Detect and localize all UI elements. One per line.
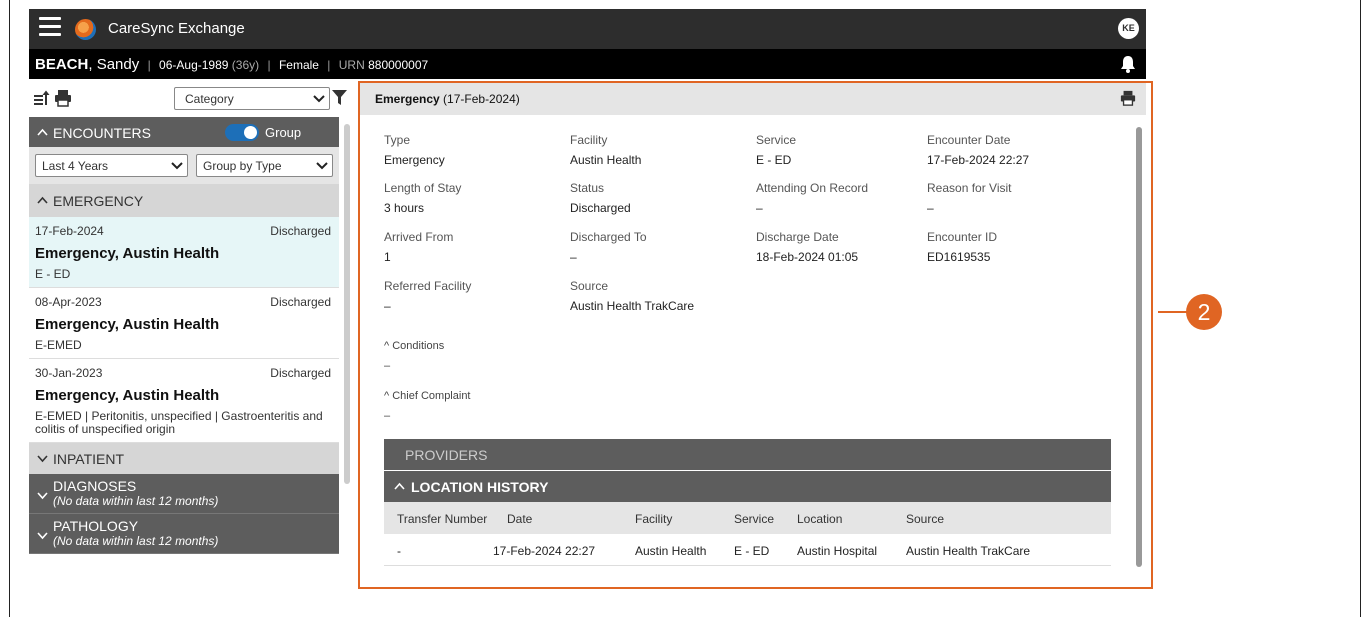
left-panel: Category ENCOUNTERS Group Last 4 Years G… xyxy=(29,79,351,586)
chevron-up-icon xyxy=(37,196,48,204)
pathology-note: (No data within last 12 months) xyxy=(53,534,219,548)
patient-age: (36y) xyxy=(231,58,260,72)
filter-icon[interactable] xyxy=(332,90,347,105)
callout-number-badge: 2 xyxy=(1186,294,1222,330)
chevron-down-icon xyxy=(37,532,48,540)
separator: | xyxy=(327,58,331,72)
encounter-status: Discharged xyxy=(270,295,331,309)
pathology-label: PATHOLOGY xyxy=(53,518,139,534)
encounters-section-header[interactable]: ENCOUNTERS Group xyxy=(29,117,339,147)
category-select[interactable]: Category xyxy=(174,87,330,110)
bell-icon[interactable] xyxy=(1120,55,1136,73)
chevron-down-icon xyxy=(313,95,325,103)
encounter-filters: Last 4 Years Group by Type xyxy=(29,147,339,184)
export-list-icon[interactable] xyxy=(33,89,51,107)
inpatient-label: INPATIENT xyxy=(53,451,125,467)
left-toolbar: Category xyxy=(29,79,351,117)
diagnoses-label: DIAGNOSES xyxy=(53,478,137,494)
chevron-down-icon xyxy=(37,455,48,463)
chevron-up-icon xyxy=(37,128,48,136)
diagnoses-note: (No data within last 12 months) xyxy=(53,494,219,508)
category-select-label: Category xyxy=(185,92,234,106)
group-toggle[interactable] xyxy=(225,124,259,141)
encounter-service: E-EMED xyxy=(35,338,82,352)
encounter-title: Emergency, Austin Health xyxy=(35,316,220,333)
separator: | xyxy=(147,58,151,72)
left-scrollbar[interactable] xyxy=(344,124,350,484)
pathology-section-header[interactable]: PATHOLOGY (No data within last 12 months… xyxy=(29,514,339,554)
patient-urn: 880000007 xyxy=(368,58,429,72)
encounter-status: Discharged xyxy=(270,366,331,380)
encounter-item[interactable]: 08-Apr-2023 Discharged Emergency, Austin… xyxy=(29,288,339,359)
emergency-group-header[interactable]: EMERGENCY xyxy=(29,184,339,217)
group-toggle-label: Group xyxy=(265,125,302,140)
encounter-title: Emergency, Austin Health xyxy=(35,387,220,404)
date-range-select[interactable]: Last 4 Years xyxy=(35,154,188,177)
encounter-list: ENCOUNTERS Group Last 4 Years Group by T… xyxy=(29,117,339,586)
urn-label: URN xyxy=(338,58,365,72)
inpatient-group-header[interactable]: INPATIENT xyxy=(29,443,339,474)
callout-line xyxy=(1158,311,1188,313)
patient-last-name: BEACH xyxy=(35,56,89,73)
print-icon[interactable] xyxy=(54,89,72,107)
encounter-item[interactable]: 17-Feb-2024 Discharged Emergency, Austin… xyxy=(29,217,339,288)
chevron-down-icon xyxy=(171,162,183,170)
app-logo xyxy=(75,19,96,40)
encounter-status: Discharged xyxy=(270,224,331,238)
encounter-service: E - ED xyxy=(35,267,71,281)
chevron-down-icon xyxy=(316,162,328,170)
group-by-select[interactable]: Group by Type xyxy=(196,154,333,177)
group-by-value: Group by Type xyxy=(203,159,282,173)
patient-first-name: Sandy xyxy=(96,56,140,73)
patient-dob: 06-Aug-1989 xyxy=(159,58,229,72)
encounter-service: E-EMED | Peritonitis, unspecified | Gast… xyxy=(35,409,323,436)
patient-banner: BEACH, Sandy | 06-Aug-1989 (36y) | Femal… xyxy=(29,49,1146,79)
hamburger-menu-icon[interactable] xyxy=(39,17,61,41)
encounter-item[interactable]: 30-Jan-2023 Discharged Emergency, Austin… xyxy=(29,359,339,443)
diagnoses-section-header[interactable]: DIAGNOSES (No data within last 12 months… xyxy=(29,474,339,514)
callout-highlight-box xyxy=(358,81,1153,589)
date-range-value: Last 4 Years xyxy=(42,159,109,173)
top-bar: CareSync Exchange KE xyxy=(29,9,1146,49)
app-title: CareSync Exchange xyxy=(108,20,245,37)
patient-gender: Female xyxy=(278,58,319,72)
separator: | xyxy=(267,58,271,72)
encounter-title: Emergency, Austin Health xyxy=(35,245,220,262)
user-avatar[interactable]: KE xyxy=(1118,18,1139,39)
chevron-down-icon xyxy=(37,492,48,500)
emergency-label: EMERGENCY xyxy=(53,193,144,209)
encounters-label: ENCOUNTERS xyxy=(53,125,152,141)
